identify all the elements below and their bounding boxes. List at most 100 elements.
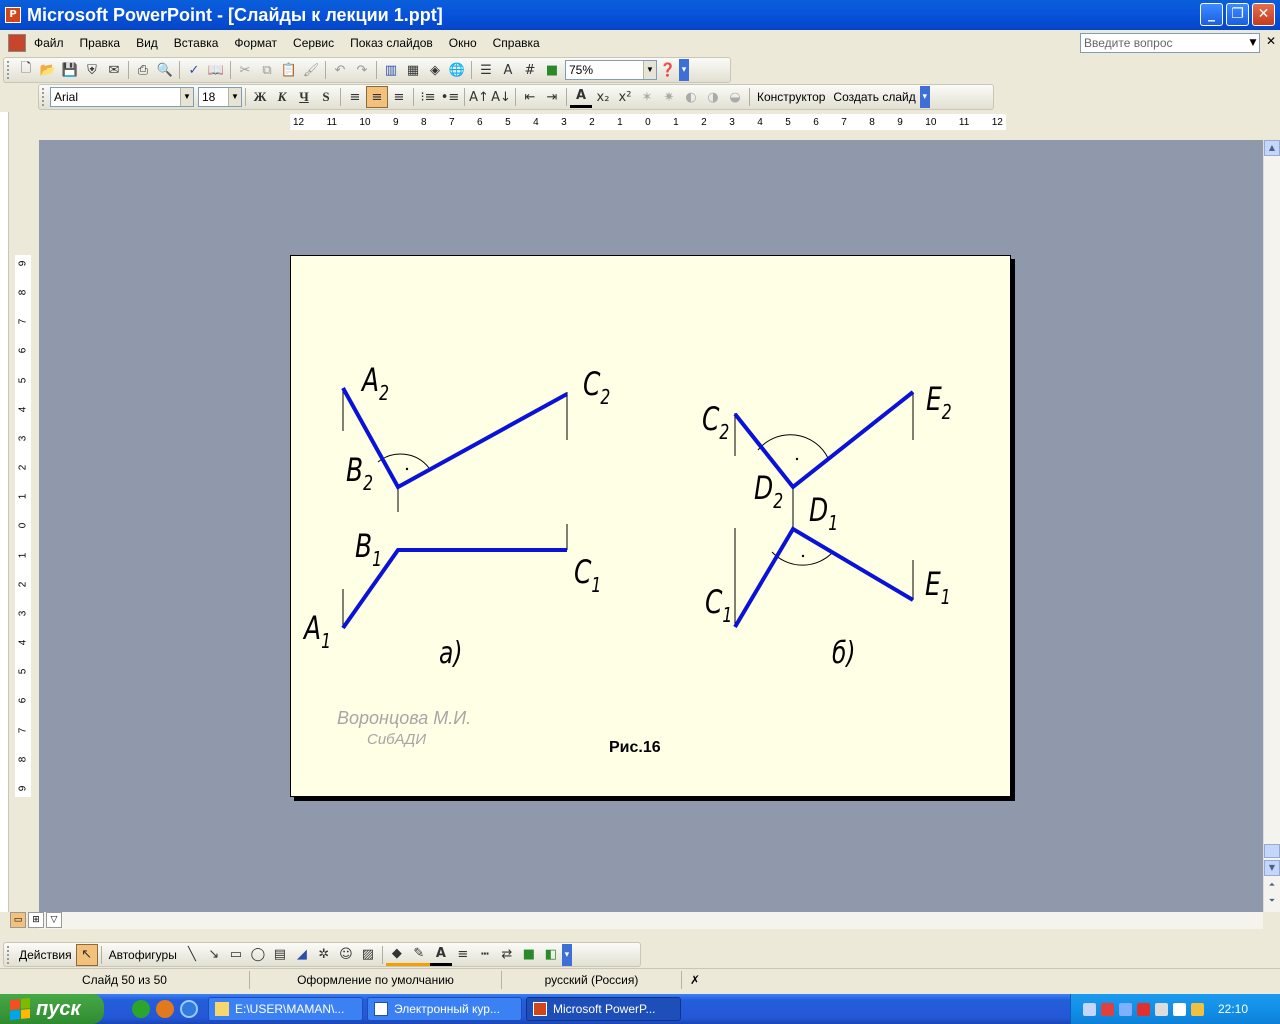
oval-icon[interactable]: ◯ — [247, 944, 269, 966]
fill-color-icon[interactable]: ◆ — [385, 944, 408, 966]
textbox-icon[interactable]: ▤ — [269, 944, 291, 966]
clipart-icon[interactable]: ☺ — [335, 944, 357, 966]
vertical-scrollbar[interactable]: ▲ ▼ ⏶ ⏷ — [1263, 140, 1280, 912]
paste-icon[interactable]: 📋 — [278, 59, 300, 81]
antivirus-icon[interactable] — [1137, 1002, 1150, 1016]
copy-icon[interactable]: ⧉ — [256, 59, 278, 81]
security-icon[interactable] — [1101, 1002, 1114, 1016]
font-color-icon[interactable]: A — [570, 86, 592, 108]
rectangle-icon[interactable]: ▭ — [225, 944, 247, 966]
bold-button[interactable]: Ж — [249, 86, 271, 108]
firefox-quicklaunch-icon[interactable] — [156, 1000, 174, 1018]
toolbar-options-icon[interactable]: ▾ — [561, 943, 572, 966]
shadow-style-icon[interactable]: ■ — [518, 944, 540, 966]
ask-dropdown-icon[interactable]: ▼ — [1246, 33, 1260, 53]
close-document-icon[interactable]: ✕ — [1266, 34, 1276, 48]
expand-all-icon[interactable]: ☰ — [475, 59, 497, 81]
scroll-down-icon[interactable]: ▼ — [1264, 860, 1280, 876]
menu-help[interactable]: Справка — [485, 36, 548, 50]
increase-indent-icon[interactable]: ⇥ — [541, 86, 563, 108]
superscript-icon[interactable]: x² — [614, 86, 636, 108]
outline-pane-edge[interactable] — [0, 112, 9, 912]
new-icon[interactable]: 🗋 — [15, 59, 37, 81]
font-size-dropdown-icon[interactable]: ▼ — [228, 88, 241, 106]
increase-font-icon[interactable]: A↑ — [468, 86, 490, 108]
menu-window[interactable]: Окно — [441, 36, 485, 50]
scroll-up-icon[interactable]: ▲ — [1264, 140, 1280, 156]
insert-chart-icon[interactable]: ▥ — [380, 59, 402, 81]
format-painter-icon[interactable]: 🖌 — [300, 59, 322, 81]
spelling-icon[interactable]: ✓ — [183, 59, 205, 81]
previous-slide-icon[interactable]: ⏶ — [1264, 878, 1280, 894]
dash-style-icon[interactable]: ┅ — [474, 944, 496, 966]
animation-icon-3[interactable]: ◐ — [680, 86, 702, 108]
open-icon[interactable]: 📂 — [37, 59, 59, 81]
normal-view-icon[interactable]: ▭ — [10, 912, 26, 928]
underline-button[interactable]: Ч — [293, 86, 315, 108]
toolbar-grip[interactable] — [7, 61, 12, 79]
decrease-font-icon[interactable]: A↓ — [490, 86, 512, 108]
font-combo[interactable]: Arial ▼ — [50, 87, 194, 107]
save-icon[interactable]: 💾 — [59, 59, 81, 81]
font-color-draw-icon[interactable]: A — [429, 944, 452, 966]
show-formatting-icon[interactable]: A — [497, 59, 519, 81]
print-preview-icon[interactable]: 🔍 — [154, 59, 176, 81]
undo-icon[interactable]: ↶ — [329, 59, 351, 81]
close-button[interactable]: ✕ — [1252, 3, 1275, 26]
actions-menu[interactable]: Действия — [15, 948, 76, 962]
animation-icon-1[interactable]: ✶ — [636, 86, 658, 108]
slide[interactable]: A2 B2 C2 B1 A1 C1 C2 E2 D2 D1 C1 E1 а) б… — [290, 255, 1011, 797]
hyperlink-icon[interactable]: 🌐 — [446, 59, 468, 81]
numbering-icon[interactable]: ⁝≡ — [417, 86, 439, 108]
menu-format[interactable]: Формат — [226, 36, 285, 50]
ask-question-input[interactable]: Введите вопрос — [1080, 33, 1260, 53]
document-icon[interactable] — [8, 34, 26, 52]
menu-insert[interactable]: Вставка — [166, 36, 227, 50]
mail-icon[interactable] — [1173, 1002, 1186, 1016]
subscript-icon[interactable]: x₂ — [592, 86, 614, 108]
insert-diagram-icon[interactable]: ◈ — [424, 59, 446, 81]
horizontal-scrollbar[interactable] — [39, 912, 1263, 929]
email-icon[interactable]: ✉ — [103, 59, 125, 81]
font-dropdown-icon[interactable]: ▼ — [180, 88, 193, 106]
toolbar-grip[interactable] — [7, 945, 12, 964]
menu-edit[interactable]: Правка — [72, 36, 129, 50]
select-objects-icon[interactable]: ↖ — [75, 943, 98, 966]
toolbar-options-icon[interactable]: ▾ — [679, 59, 689, 81]
display-icon[interactable] — [1119, 1002, 1132, 1016]
font-size-combo[interactable]: 18 ▼ — [198, 87, 242, 107]
color-grayscale-icon[interactable]: ■ — [541, 59, 563, 81]
task-explorer[interactable]: E:\USER\MAMAN\... — [208, 997, 363, 1021]
animation-icon-5[interactable]: ◒ — [724, 86, 746, 108]
shadow-button[interactable]: S — [315, 86, 337, 108]
picture-icon[interactable]: ▨ — [357, 944, 379, 966]
new-slide-button[interactable]: Создать слайд — [829, 90, 919, 104]
zoom-combo[interactable]: 75% ▼ — [565, 60, 657, 80]
volume-icon[interactable] — [1155, 1002, 1168, 1016]
restore-button[interactable]: ❐ — [1226, 3, 1249, 26]
network-icon[interactable] — [1083, 1002, 1096, 1016]
animation-icon-4[interactable]: ◑ — [702, 86, 724, 108]
align-center-icon[interactable]: ≡ — [366, 86, 388, 108]
redo-icon[interactable]: ↷ — [351, 59, 373, 81]
task-powerpoint[interactable]: Microsoft PowerP... — [526, 997, 681, 1021]
scroll-thumb[interactable] — [1264, 844, 1280, 858]
menu-tools[interactable]: Сервис — [285, 36, 342, 50]
slideshow-view-icon[interactable]: ▽ — [46, 912, 62, 928]
line-color-icon[interactable]: ✎ — [407, 944, 430, 966]
research-icon[interactable]: 📖 — [205, 59, 227, 81]
grid-icon[interactable]: # — [519, 59, 541, 81]
help-icon[interactable]: ❓ — [657, 59, 679, 81]
slide-sorter-icon[interactable]: ⊞ — [28, 912, 44, 928]
menu-view[interactable]: Вид — [128, 36, 166, 50]
ie-quicklaunch-icon[interactable] — [180, 1000, 198, 1018]
print-icon[interactable]: ⎙ — [132, 59, 154, 81]
menu-slideshow[interactable]: Показ слайдов — [342, 36, 441, 50]
line-icon[interactable]: ╲ — [181, 944, 203, 966]
powerpoint-icon[interactable]: P — [5, 7, 21, 23]
browser-quicklaunch-icon[interactable] — [132, 1000, 150, 1018]
arrow-style-icon[interactable]: ⇄ — [496, 944, 518, 966]
animation-icon-2[interactable]: ✷ — [658, 86, 680, 108]
toolbar-options-icon[interactable]: ▾ — [919, 86, 930, 108]
menu-file[interactable]: Файл — [26, 36, 72, 50]
